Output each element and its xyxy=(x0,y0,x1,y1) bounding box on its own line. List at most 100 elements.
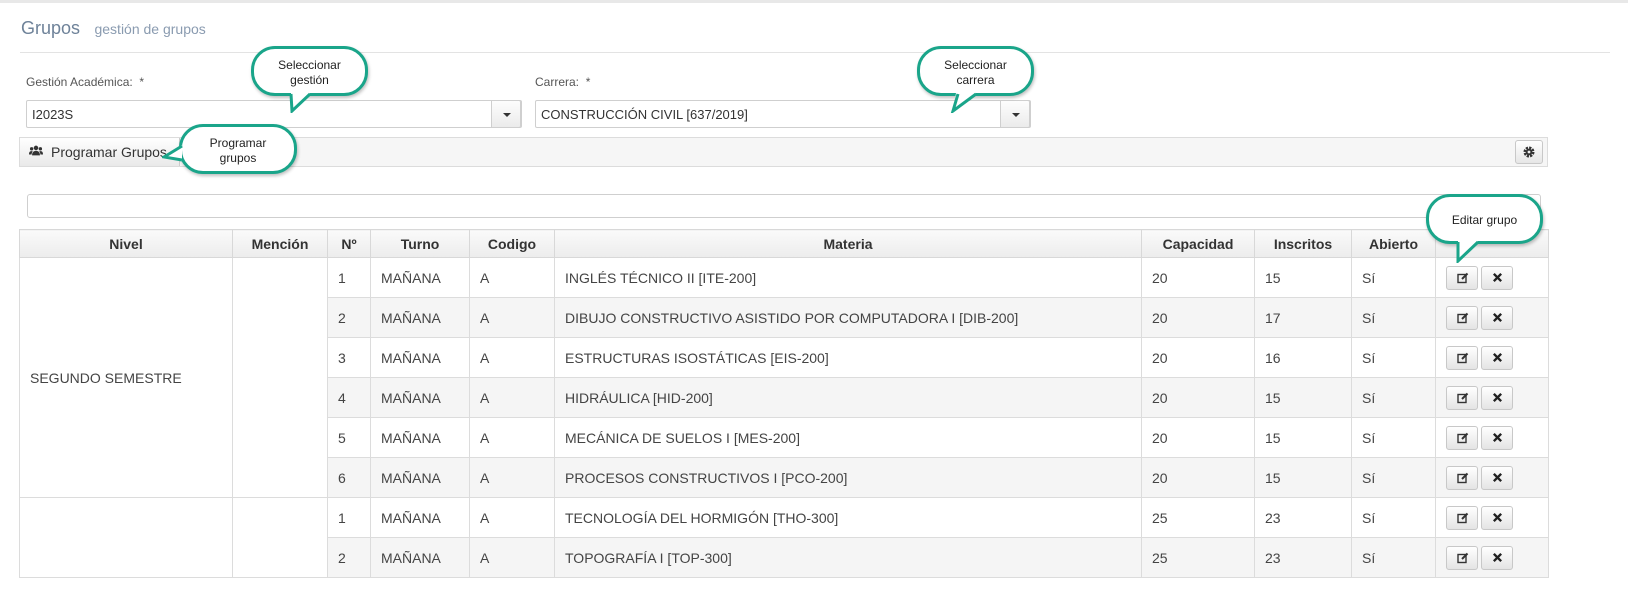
top-border xyxy=(0,0,1628,3)
cell-actions xyxy=(1435,457,1549,498)
cell-inscritos: 15 xyxy=(1254,457,1352,498)
cell-actions xyxy=(1435,257,1549,298)
col-inscritos[interactable]: Inscritos xyxy=(1254,229,1352,258)
table-header-row: Nivel Mención Nº Turno Codigo Materia Ca… xyxy=(19,229,1549,258)
edit-group-button[interactable] xyxy=(1446,385,1478,410)
delete-group-button[interactable] xyxy=(1481,345,1513,370)
cell-materia: INGLÉS TÉCNICO II [ITE-200] xyxy=(554,257,1142,298)
cell-abierto: Sí xyxy=(1351,337,1436,378)
callout-tail xyxy=(950,92,977,113)
cell-codigo: A xyxy=(469,537,555,578)
cell-abierto: Sí xyxy=(1351,537,1436,578)
cell-nivel: SEGUNDO SEMESTRE xyxy=(19,257,233,498)
chevron-down-icon[interactable] xyxy=(491,100,521,128)
col-materia[interactable]: Materia xyxy=(554,229,1142,258)
cell-codigo: A xyxy=(469,337,555,378)
col-capacidad[interactable]: Capacidad xyxy=(1141,229,1255,258)
edit-icon xyxy=(1457,352,1469,363)
cell-codigo: A xyxy=(469,257,555,298)
cell-turno: MAÑANA xyxy=(370,297,470,338)
edit-group-button[interactable] xyxy=(1446,265,1478,290)
edit-group-button[interactable] xyxy=(1446,505,1478,530)
cell-actions xyxy=(1435,377,1549,418)
edit-group-button[interactable] xyxy=(1446,545,1478,570)
cell-materia: HIDRÁULICA [HID-200] xyxy=(554,377,1142,418)
cell-materia: TOPOGRAFÍA I [TOP-300] xyxy=(554,537,1142,578)
edit-icon xyxy=(1457,392,1469,403)
col-numero[interactable]: Nº xyxy=(327,229,371,258)
close-icon xyxy=(1492,432,1503,442)
cell-turno: MAÑANA xyxy=(370,337,470,378)
cell-mencion xyxy=(232,497,328,578)
col-mencion[interactable]: Mención xyxy=(232,229,328,258)
col-codigo[interactable]: Codigo xyxy=(469,229,555,258)
edit-icon xyxy=(1457,512,1469,523)
delete-group-button[interactable] xyxy=(1481,505,1513,530)
close-icon xyxy=(1492,312,1503,322)
col-abierto[interactable]: Abierto xyxy=(1351,229,1436,258)
col-turno[interactable]: Turno xyxy=(370,229,470,258)
edit-group-button[interactable] xyxy=(1446,465,1478,490)
programar-grupos-button[interactable]: Programar Grupos xyxy=(20,138,180,166)
callout-seleccionar-carrera: Seleccionar carrera xyxy=(917,46,1034,96)
cell-capacidad: 20 xyxy=(1141,377,1255,418)
settings-button[interactable] xyxy=(1515,140,1543,164)
cell-capacidad: 20 xyxy=(1141,417,1255,458)
programar-grupos-label: Programar Grupos xyxy=(51,144,167,160)
page-subtitle: gestión de grupos xyxy=(94,21,206,37)
cell-inscritos: 16 xyxy=(1254,337,1352,378)
callout-editar-grupo: Editar grupo xyxy=(1426,194,1543,244)
cell-inscritos: 23 xyxy=(1254,537,1352,578)
delete-group-button[interactable] xyxy=(1481,305,1513,330)
cell-materia: ESTRUCTURAS ISOSTÁTICAS [EIS-200] xyxy=(554,337,1142,378)
callout-programar-grupos: Programar grupos xyxy=(179,124,297,174)
delete-group-button[interactable] xyxy=(1481,385,1513,410)
delete-group-button[interactable] xyxy=(1481,425,1513,450)
cell-abierto: Sí xyxy=(1351,257,1436,298)
page-header: Grupos gestión de grupos xyxy=(21,18,206,39)
edit-group-button[interactable] xyxy=(1446,345,1478,370)
cell-inscritos: 15 xyxy=(1254,417,1352,458)
chevron-down-icon[interactable] xyxy=(1000,100,1030,128)
cell-turno: MAÑANA xyxy=(370,537,470,578)
close-icon xyxy=(1492,512,1503,522)
cell-codigo: A xyxy=(469,457,555,498)
cell-inscritos: 23 xyxy=(1254,497,1352,538)
delete-group-button[interactable] xyxy=(1481,545,1513,570)
cell-mencion xyxy=(232,257,328,498)
carrera-label: Carrera: * xyxy=(535,75,591,89)
close-icon xyxy=(1492,352,1503,362)
cell-capacidad: 25 xyxy=(1141,497,1255,538)
cell-actions xyxy=(1435,337,1549,378)
cell-capacidad: 20 xyxy=(1141,297,1255,338)
edit-group-button[interactable] xyxy=(1446,425,1478,450)
table-row: SEGUNDO SEMESTRE 1 MAÑANA A INGLÉS TÉCNICO I… xyxy=(19,257,1549,498)
filter-input[interactable] xyxy=(27,194,1541,218)
gear-icon xyxy=(1523,146,1535,158)
cell-actions xyxy=(1435,297,1549,338)
groups-table: Nivel Mención Nº Turno Codigo Materia Ca… xyxy=(19,229,1549,578)
edit-icon xyxy=(1457,552,1469,563)
cell-abierto: Sí xyxy=(1351,497,1436,538)
col-nivel[interactable]: Nivel xyxy=(19,229,233,258)
delete-group-button[interactable] xyxy=(1481,265,1513,290)
gestion-value: I2023S xyxy=(32,107,74,122)
cell-materia: DIBUJO CONSTRUCTIVO ASISTIDO POR COMPUTA… xyxy=(554,297,1142,338)
close-icon xyxy=(1492,552,1503,562)
cell-actions xyxy=(1435,497,1549,538)
callout-tail xyxy=(162,144,183,162)
close-icon xyxy=(1492,392,1503,402)
cell-codigo: A xyxy=(469,377,555,418)
cell-materia: MECÁNICA DE SUELOS I [MES-200] xyxy=(554,417,1142,458)
delete-group-button[interactable] xyxy=(1481,465,1513,490)
cell-numero: 3 xyxy=(327,337,371,378)
edit-icon xyxy=(1457,272,1469,283)
edit-group-button[interactable] xyxy=(1446,305,1478,330)
cell-turno: MAÑANA xyxy=(370,417,470,458)
edit-icon xyxy=(1457,312,1469,323)
close-icon xyxy=(1492,272,1503,282)
cell-numero: 1 xyxy=(327,257,371,298)
cell-abierto: Sí xyxy=(1351,377,1436,418)
cell-capacidad: 20 xyxy=(1141,457,1255,498)
cell-capacidad: 25 xyxy=(1141,537,1255,578)
